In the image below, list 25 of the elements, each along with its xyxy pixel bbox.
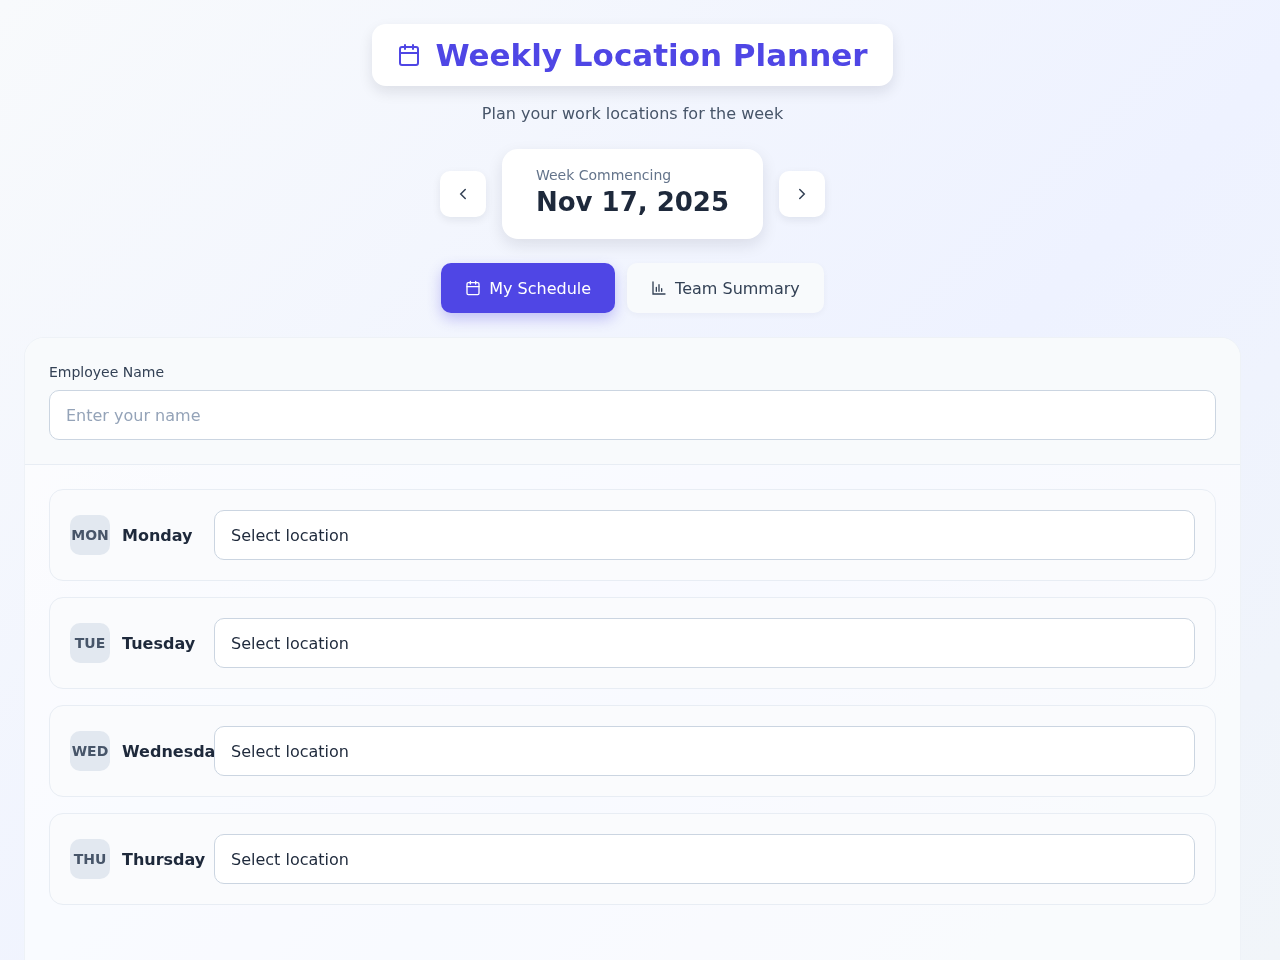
week-date: Nov 17, 2025 [535,187,730,217]
name-input[interactable]: Enter your name [49,390,1216,440]
week-label: Week Commencing [535,167,673,183]
page-title: Weekly Location Planner [435,37,868,73]
day-name: Wednesda [122,741,216,761]
day-name: Thursday [122,849,206,869]
page-subtitle: Plan your work locations for the week [481,104,784,123]
tab[interactable]: Team Summary [627,263,824,313]
day-name: Tuesday [122,633,196,653]
field-label: Employee Name [49,364,166,380]
location-select[interactable]: Select location [214,510,1195,560]
calendar-icon [465,280,482,296]
day-badge: MON [70,515,110,555]
day-badge: WED [70,731,110,771]
day-badge: THU [70,839,110,879]
day-badge: TUE [70,623,110,663]
bar-chart-icon [651,280,668,296]
next-week-button[interactable] [779,171,826,217]
location-select[interactable]: Select location [214,834,1195,884]
location-select[interactable]: Select location [214,726,1195,776]
calendar-icon [397,43,422,67]
tab[interactable]: My Schedule [441,263,616,313]
location-select[interactable]: Select location [214,618,1195,668]
previous-week-button[interactable] [439,171,486,217]
day-name: Monday [122,525,193,545]
